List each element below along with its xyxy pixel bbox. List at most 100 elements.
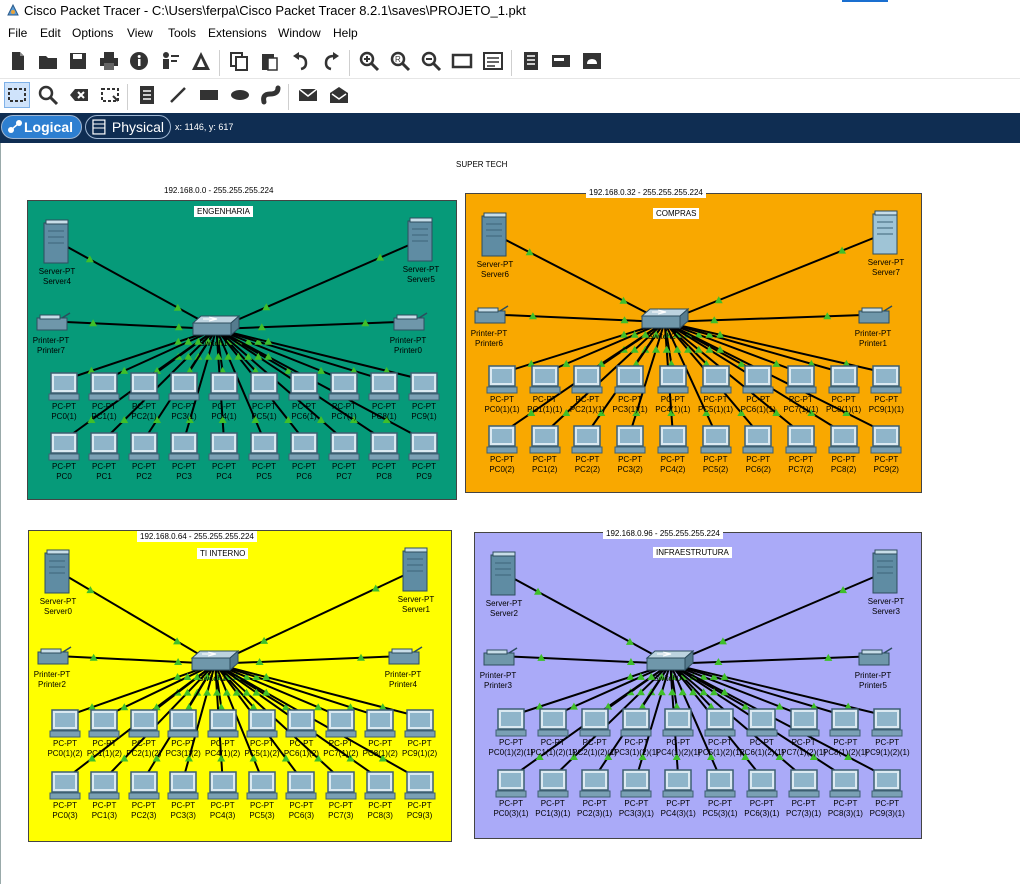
menu-tools[interactable]: Tools xyxy=(168,26,196,40)
link-cable xyxy=(664,234,882,323)
server-left[interactable] xyxy=(480,212,510,263)
switch-label: Switch2 xyxy=(647,332,676,341)
printer-left-label: Printer-PT Printer6 xyxy=(470,329,508,348)
printer-right[interactable] xyxy=(858,305,894,332)
link-status-light xyxy=(652,345,661,353)
zoom-out-icon[interactable] xyxy=(418,48,444,74)
drawing-toolbar xyxy=(0,79,1020,112)
title-accent xyxy=(842,0,888,2)
subnet-area-1[interactable]: Switch1 Server-PT Server4 Server-PT Server5 P… xyxy=(27,200,457,500)
select-icon[interactable] xyxy=(4,82,30,108)
switch-label: Switch1 xyxy=(198,673,227,683)
rectangle-icon[interactable] xyxy=(196,82,222,108)
subnet-area-4[interactable]: Switch0 Server-PT Server2 Server-PT Server3 P… xyxy=(474,532,922,839)
server-right[interactable] xyxy=(871,210,901,261)
link-status-light xyxy=(203,688,212,696)
menu-file[interactable]: File xyxy=(8,26,27,40)
printer-right[interactable] xyxy=(858,646,894,674)
printer-left[interactable] xyxy=(474,305,510,332)
printer-left[interactable] xyxy=(483,646,519,674)
menu-extensions[interactable]: Extensions xyxy=(208,26,267,40)
toolbar-separator xyxy=(511,50,512,76)
link-cable xyxy=(216,241,417,330)
link-cable xyxy=(214,571,412,665)
printer-left-label: Printer-PT Printer7 xyxy=(32,336,70,355)
zoom-reset-icon[interactable]: R xyxy=(387,48,413,74)
subnet-area-2[interactable]: Switch2 Server-PT Server6 Server-PT Server7 P… xyxy=(465,193,922,493)
new-file-icon[interactable] xyxy=(5,48,31,74)
printer-right-label: Printer-PT Printer5 xyxy=(854,670,892,690)
simple-pdu-icon[interactable] xyxy=(295,82,321,108)
link-cable xyxy=(215,655,394,665)
server-left-label: Server-PT Server4 xyxy=(38,267,76,286)
subnet-network-label: 192.168.0.96 - 255.255.255.224 xyxy=(603,528,723,539)
subnet-name-label: TI INTERNO xyxy=(197,548,249,559)
server-right[interactable] xyxy=(406,217,436,268)
pc-label: PC-PT PC9(3)(1) xyxy=(869,799,905,819)
link-status-light xyxy=(224,352,233,360)
server-right-label: Server-PT Server1 xyxy=(397,595,435,614)
activity-wizard-icon[interactable] xyxy=(157,48,183,74)
cloud-icon[interactable] xyxy=(579,48,605,74)
toolbar-separator xyxy=(219,50,220,76)
canvas-title: SUPER TECH xyxy=(453,159,511,170)
printer-left[interactable] xyxy=(37,646,73,673)
toolbar-separator xyxy=(127,84,128,110)
freeform-icon[interactable] xyxy=(258,82,284,108)
logical-view-button[interactable]: Logical xyxy=(1,115,82,139)
undo-icon[interactable] xyxy=(288,48,314,74)
logical-workspace[interactable]: SUPER TECH Switch1 Server-PT Server4 Server… xyxy=(0,143,1020,884)
link-status-light xyxy=(673,345,682,353)
link-status-light xyxy=(657,688,666,696)
cursor-coordinates: x: 1146, y: 617 xyxy=(175,122,234,132)
server-left[interactable] xyxy=(489,551,519,602)
server-right[interactable] xyxy=(871,549,901,600)
printer-right-label: Printer-PT Printer1 xyxy=(854,329,892,348)
printer-left-label: Printer-PT Printer3 xyxy=(479,670,517,690)
redo-icon[interactable] xyxy=(318,48,344,74)
delete-icon[interactable] xyxy=(66,82,92,108)
server-left[interactable] xyxy=(42,219,72,270)
link-cable xyxy=(670,655,864,665)
physical-view-button[interactable]: Physical xyxy=(85,115,171,139)
open-folder-icon[interactable] xyxy=(35,48,61,74)
server-left-label: Server-PT Server2 xyxy=(485,599,523,618)
printer-left[interactable] xyxy=(36,312,72,339)
printer-right[interactable] xyxy=(388,646,424,673)
subnet-area-3[interactable]: Switch1 Server-PT Server0 Server-PT Server1 P… xyxy=(28,530,452,842)
switch-label: Switch1 xyxy=(199,339,228,348)
line-icon[interactable] xyxy=(165,82,191,108)
physical-label: Physical xyxy=(111,119,164,135)
menu-bar: File Edit Options View Tools Extensions … xyxy=(0,23,1020,43)
menu-window[interactable]: Window xyxy=(278,26,321,40)
zoom-in-icon[interactable] xyxy=(356,48,382,74)
logical-icon xyxy=(8,120,22,133)
drawing-palette-icon[interactable] xyxy=(449,48,475,74)
resize-icon[interactable] xyxy=(97,82,123,108)
paste-icon[interactable] xyxy=(256,48,282,74)
pc-label: PC-PT PC9(1)(2) xyxy=(402,738,438,758)
menu-help[interactable]: Help xyxy=(333,26,358,40)
menu-options[interactable]: Options xyxy=(72,26,113,40)
server-right[interactable] xyxy=(401,547,431,598)
subnet-network-label: 192.168.0.64 - 255.255.255.224 xyxy=(137,531,257,542)
custom-device-dialog-icon[interactable] xyxy=(480,48,506,74)
note-icon[interactable] xyxy=(134,82,160,108)
save-icon[interactable] xyxy=(65,48,91,74)
info-icon[interactable] xyxy=(126,48,152,74)
server-right-label: Server-PT Server7 xyxy=(867,258,905,277)
logical-label: Logical xyxy=(24,119,74,135)
copy-icon[interactable] xyxy=(226,48,252,74)
complex-pdu-icon[interactable] xyxy=(326,82,352,108)
title-bar: Cisco Packet Tracer - C:\Users\ferpa\Cis… xyxy=(0,0,1020,22)
print-icon[interactable] xyxy=(96,48,122,74)
menu-view[interactable]: View xyxy=(127,26,153,40)
inspect-icon[interactable] xyxy=(35,82,61,108)
view-icon[interactable] xyxy=(548,48,574,74)
server-left[interactable] xyxy=(43,549,73,600)
printer-right[interactable] xyxy=(393,312,429,339)
menu-edit[interactable]: Edit xyxy=(40,26,61,40)
network-info-icon[interactable] xyxy=(188,48,214,74)
ellipse-icon[interactable] xyxy=(227,82,253,108)
cluster-icon[interactable] xyxy=(518,48,544,74)
